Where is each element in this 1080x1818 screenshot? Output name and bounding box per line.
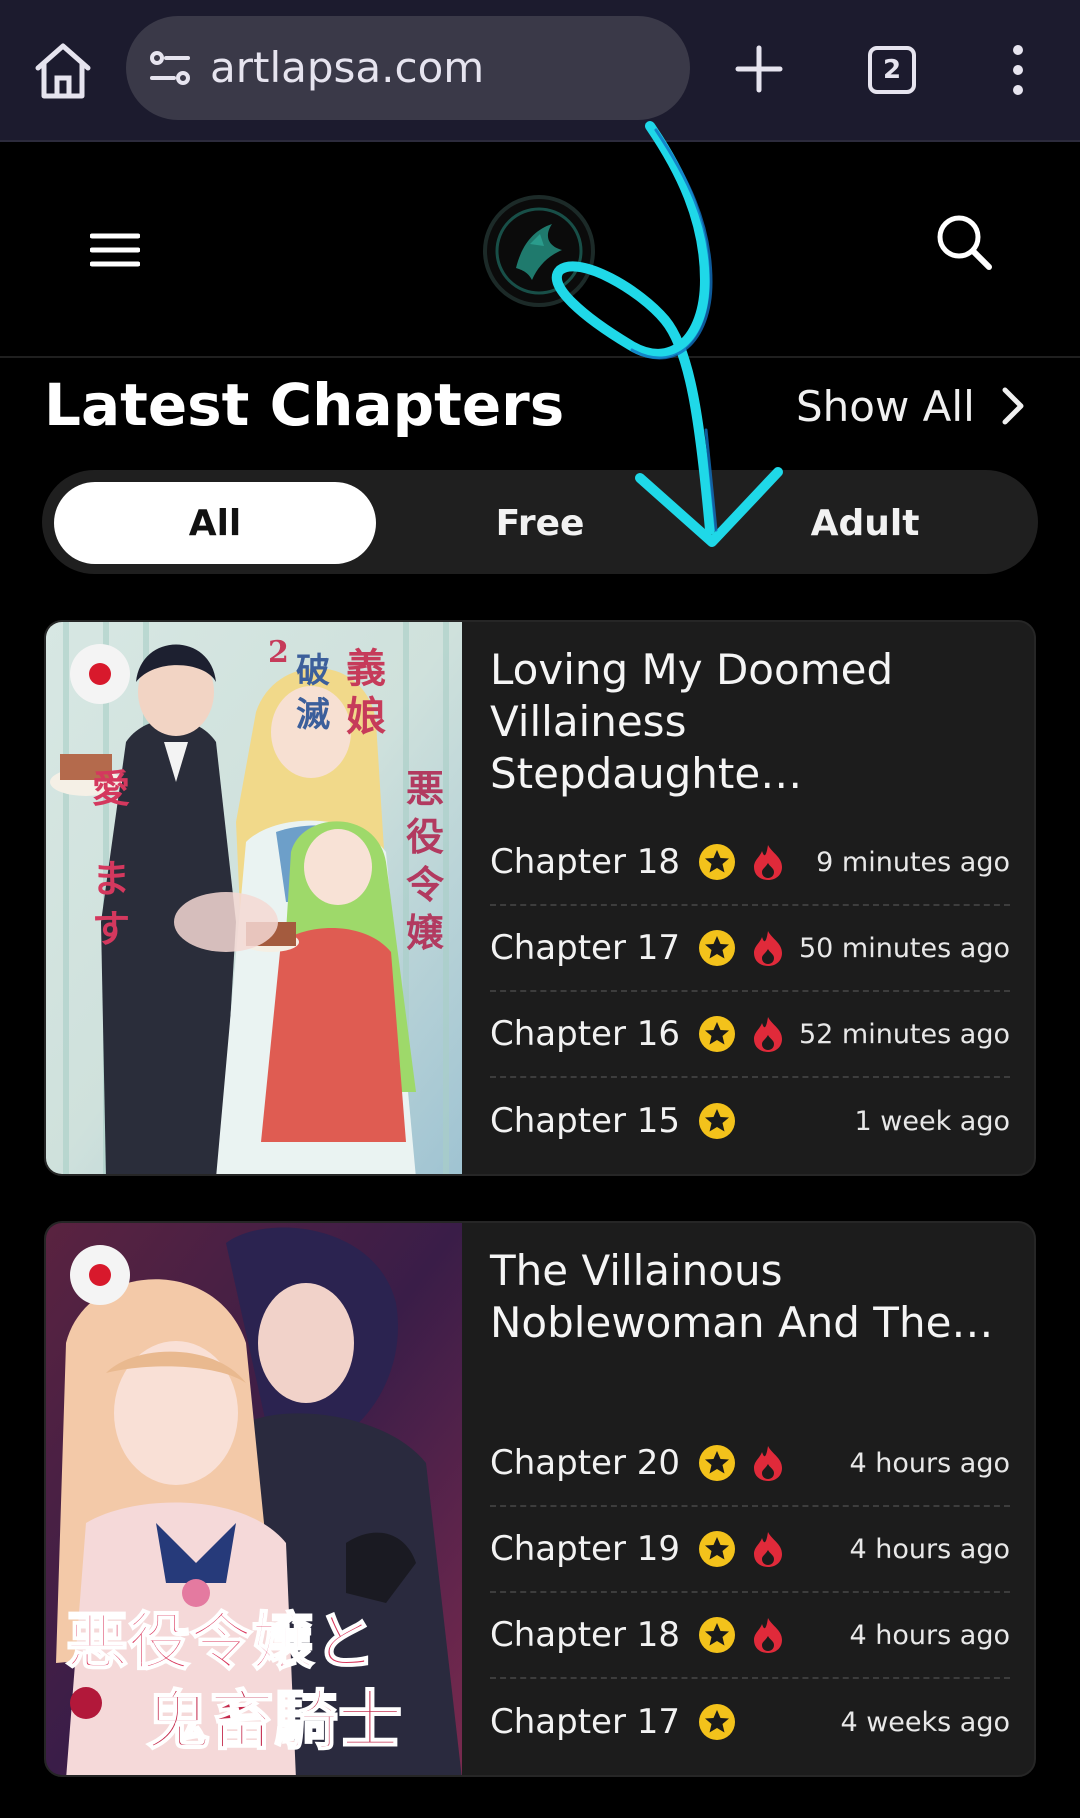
- chapter-label[interactable]: Chapter 17: [490, 928, 680, 968]
- svg-text:悪: 悪: [406, 766, 444, 811]
- chapter-list: Chapter 18 9 minutes ago Chapter 17 50 m…: [490, 820, 1010, 1164]
- adult-badge-icon: [70, 644, 130, 704]
- svg-text:破: 破: [296, 651, 330, 691]
- svg-text:令: 令: [406, 862, 445, 907]
- chapter-time: 52 minutes ago: [798, 1018, 1010, 1050]
- menu-icon[interactable]: [89, 230, 141, 270]
- more-menu-icon[interactable]: [1000, 44, 1036, 96]
- svg-text:2: 2: [268, 635, 289, 670]
- chapter-label[interactable]: Chapter 18: [490, 842, 680, 882]
- star-icon: [699, 844, 736, 880]
- svg-text:義: 義: [346, 645, 386, 692]
- svg-text:悪役令嬢と: 悪役令嬢と: [66, 1605, 376, 1678]
- show-all-label: Show All: [796, 381, 975, 431]
- star-icon: [699, 1704, 736, 1740]
- fire-icon: [754, 845, 783, 880]
- series-title[interactable]: Loving My Doomed Villainess Stepdaughte…: [490, 644, 1010, 800]
- star-icon: [699, 1016, 736, 1052]
- chapter-row[interactable]: Chapter 16 52 minutes ago: [490, 992, 1010, 1078]
- chapter-row[interactable]: Chapter 18 9 minutes ago: [490, 820, 1010, 906]
- chapter-row[interactable]: Chapter 17 4 weeks ago: [490, 1679, 1010, 1765]
- tab-adult[interactable]: Adult: [704, 482, 1026, 564]
- series-title[interactable]: The Villainous Noblewoman And The…: [490, 1245, 1010, 1349]
- site-logo[interactable]: [482, 194, 596, 308]
- address-bar[interactable]: artlapsa.com: [126, 16, 690, 120]
- chapter-time: 4 hours ago: [849, 1447, 1010, 1479]
- chapter-label[interactable]: Chapter 17: [490, 1702, 680, 1742]
- series-card[interactable]: 義 娘 悪 役 令 嬢 破 滅 2 愛 ま す Loving My Doomed…: [44, 620, 1036, 1176]
- chapter-row[interactable]: Chapter 17 50 minutes ago: [490, 906, 1010, 992]
- adult-badge-icon: [70, 1245, 130, 1305]
- chapter-label[interactable]: Chapter 20: [490, 1443, 680, 1483]
- chapter-row[interactable]: Chapter 18 4 hours ago: [490, 1593, 1010, 1679]
- chapter-row[interactable]: Chapter 15 1 week ago: [490, 1078, 1010, 1164]
- star-icon: [699, 1103, 736, 1139]
- chapter-row[interactable]: Chapter 19 4 hours ago: [490, 1507, 1010, 1593]
- url-text: artlapsa.com: [210, 43, 485, 92]
- filter-tabs: All Free Adult: [42, 470, 1038, 574]
- series-cover-image[interactable]: 義 娘 悪 役 令 嬢 破 滅 2 愛 ま す: [46, 622, 462, 1174]
- fire-icon: [754, 1618, 783, 1653]
- svg-text:ま: ま: [92, 856, 130, 901]
- svg-text:娘: 娘: [346, 693, 386, 740]
- chapter-time: 4 hours ago: [849, 1619, 1010, 1651]
- chapter-label[interactable]: Chapter 19: [490, 1529, 680, 1569]
- tab-switcher-button[interactable]: 2: [868, 46, 916, 94]
- chapter-time: 1 week ago: [854, 1105, 1011, 1137]
- star-icon: [699, 1617, 736, 1653]
- show-all-link[interactable]: Show All: [796, 376, 1025, 436]
- chapter-time: 4 weeks ago: [840, 1706, 1010, 1738]
- chapter-list: Chapter 20 4 hours ago Chapter 19 4 hour…: [490, 1421, 1010, 1765]
- chapter-time: 9 minutes ago: [816, 846, 1010, 878]
- star-icon: [699, 1445, 736, 1481]
- series-card[interactable]: 悪役令嬢と 鬼畜騎士 The Villainous Noblewoman And…: [44, 1221, 1036, 1777]
- chapter-label[interactable]: Chapter 16: [490, 1014, 680, 1054]
- site-header: [0, 144, 1080, 358]
- svg-text:す: す: [92, 906, 130, 951]
- svg-text:愛: 愛: [92, 766, 130, 811]
- section-title: Latest Chapters: [44, 371, 565, 439]
- chapter-label[interactable]: Chapter 18: [490, 1615, 680, 1655]
- chapter-row[interactable]: Chapter 20 4 hours ago: [490, 1421, 1010, 1507]
- home-icon[interactable]: [30, 40, 96, 102]
- chevron-right-icon: [1002, 387, 1024, 425]
- browser-toolbar: artlapsa.com 2: [0, 0, 1080, 142]
- fire-icon: [754, 1446, 783, 1481]
- site-settings-icon[interactable]: [148, 48, 192, 88]
- chapter-time: 4 hours ago: [849, 1533, 1010, 1565]
- svg-text:鬼畜騎士: 鬼畜騎士: [146, 1684, 402, 1759]
- fire-icon: [754, 931, 783, 966]
- fire-icon: [754, 1017, 783, 1052]
- star-icon: [699, 1531, 736, 1567]
- series-cover-image[interactable]: 悪役令嬢と 鬼畜騎士: [46, 1223, 462, 1775]
- svg-text:嬢: 嬢: [406, 910, 444, 955]
- svg-text:滅: 滅: [296, 695, 330, 735]
- search-icon[interactable]: [934, 212, 994, 272]
- tab-all[interactable]: All: [54, 482, 376, 564]
- tab-count: 2: [882, 55, 902, 85]
- new-tab-icon[interactable]: [734, 44, 784, 94]
- chapter-time: 50 minutes ago: [798, 932, 1010, 964]
- chapter-label[interactable]: Chapter 15: [490, 1101, 680, 1141]
- fire-icon: [754, 1532, 783, 1567]
- star-icon: [699, 930, 736, 966]
- svg-text:役: 役: [406, 814, 444, 859]
- tab-free[interactable]: Free: [379, 482, 701, 564]
